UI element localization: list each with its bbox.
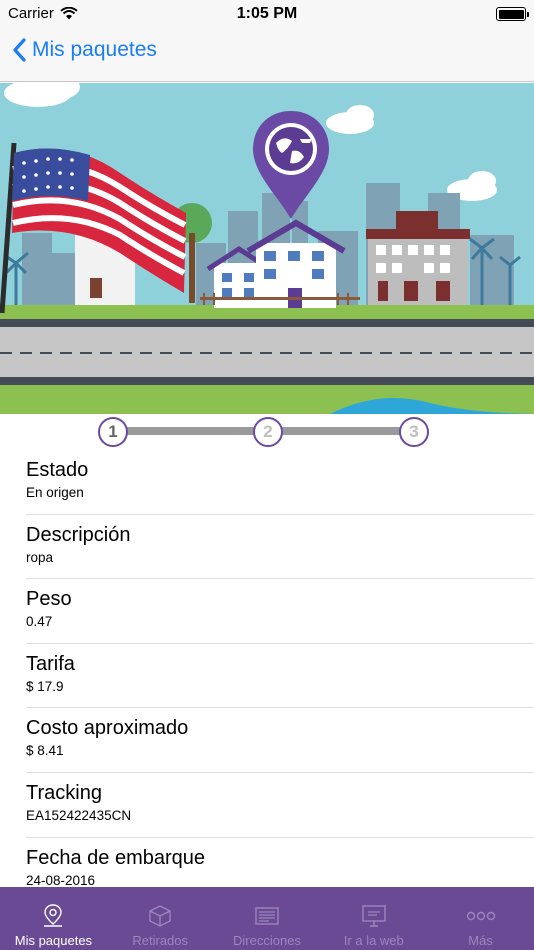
detail-value: 24-08-2016 (26, 872, 96, 887)
detail-row-fecha-de-embarque: Fecha de embarque 24-08-2016 (26, 838, 534, 887)
tab-direcciones[interactable]: Direcciones (214, 887, 321, 950)
navigation-bar: Mis paquetes (0, 28, 534, 82)
progress-step-2: 2 (253, 417, 283, 447)
tab-mas[interactable]: Más (427, 887, 534, 950)
tab-bar: Mis paquetes Retirados Direcciones Ir a … (0, 887, 534, 950)
status-time: 1:05 PM (236, 5, 298, 22)
status-bar: Carrier 1:05 PM (0, 0, 534, 28)
more-dots-icon (466, 901, 496, 931)
detail-label: Peso (26, 588, 72, 611)
progress-step-1: 1 (98, 417, 128, 447)
tab-ir-a-la-web[interactable]: Ir a la web (320, 887, 427, 950)
chevron-left-icon (13, 38, 26, 62)
package-detail-list: Estado En origen Descripción ropa Peso 0… (0, 450, 534, 887)
detail-value: $ 17.9 (26, 678, 64, 694)
back-button-label: Mis paquetes (32, 38, 157, 61)
tab-retirados[interactable]: Retirados (107, 887, 214, 950)
detail-label: Tracking (26, 781, 102, 804)
detail-value: EA152422435CN (26, 807, 132, 823)
tab-label: Retirados (132, 933, 189, 948)
address-card-icon (254, 901, 280, 931)
detail-value: ropa (26, 549, 54, 565)
detail-label: Costo aproximado (26, 717, 189, 740)
tab-label: Más (468, 933, 493, 948)
detail-value: En origen (26, 485, 84, 500)
box-icon (148, 901, 172, 931)
back-button[interactable]: Mis paquetes (12, 38, 157, 62)
detail-row-descripcion: Descripción ropa (26, 515, 534, 580)
detail-row-peso: Peso 0.47 (26, 579, 534, 644)
detail-row-tracking: Tracking EA152422435CN (26, 773, 534, 838)
detail-value: 0.47 (26, 614, 53, 630)
detail-label: Fecha de embarque (26, 846, 206, 869)
monitor-icon (361, 901, 387, 931)
detail-label: Descripción (26, 523, 131, 546)
shipment-progress-stepper: 1 2 3 (0, 414, 534, 450)
detail-row-estado: Estado En origen (26, 450, 534, 515)
tab-mis-paquetes[interactable]: Mis paquetes (0, 887, 107, 950)
detail-label: Estado (26, 459, 89, 481)
shipping-banner-illustration (0, 83, 534, 414)
tab-label: Direcciones (233, 933, 301, 948)
progress-step-3: 3 (399, 417, 429, 447)
battery-icon (496, 7, 529, 21)
detail-row-tarifa: Tarifa $ 17.9 (26, 644, 534, 709)
tab-label: Mis paquetes (14, 933, 93, 948)
tab-label: Ir a la web (343, 933, 404, 948)
detail-label: Tarifa (26, 652, 75, 675)
location-pin-icon (41, 901, 65, 931)
detail-row-costo-aproximado: Costo aproximado $ 8.41 (26, 708, 534, 773)
detail-value: $ 8.41 (26, 743, 64, 759)
